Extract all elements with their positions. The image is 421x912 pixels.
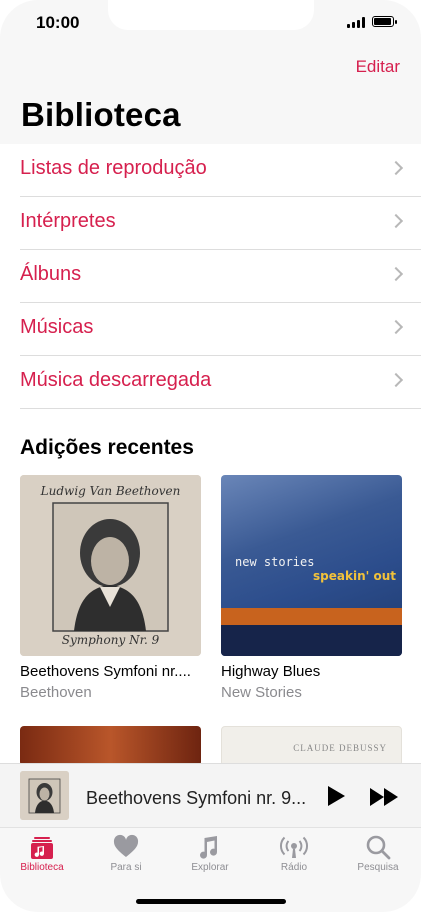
tab-label: Para si <box>110 862 142 873</box>
chevron-right-icon <box>388 372 404 388</box>
library-menu: Listas de reprodução Intérpretes Álbuns … <box>0 144 421 409</box>
library-header: Editar Biblioteca <box>0 46 421 144</box>
home-indicator[interactable] <box>136 899 286 904</box>
play-button[interactable] <box>328 786 345 806</box>
tab-search[interactable]: Pesquisa <box>336 834 420 873</box>
menu-item-label: Álbuns <box>20 263 82 285</box>
menu-item-playlists[interactable]: Listas de reprodução <box>20 144 421 197</box>
tab-label: Pesquisa <box>357 862 399 873</box>
tab-for-you[interactable]: Para si <box>84 834 168 873</box>
album-artist: New Stories <box>221 684 302 701</box>
menu-item-label: Listas de reprodução <box>20 157 207 179</box>
album-card-partial[interactable] <box>20 726 201 766</box>
heart-icon <box>113 834 139 857</box>
mini-player-artwork <box>20 771 69 820</box>
tab-library[interactable]: Biblioteca <box>0 834 84 873</box>
menu-item-artists[interactable]: Intérpretes <box>20 197 421 250</box>
album-cover-subtitle: Symphony Nr. 9 <box>61 633 160 647</box>
phone-screen: 10:00 Editar Biblioteca Listas de reprod… <box>0 0 421 912</box>
tab-browse[interactable]: Explorar <box>168 834 252 873</box>
edit-button[interactable]: Editar <box>356 57 400 77</box>
recently-added-heading: Adições recentes <box>20 436 194 459</box>
status-time: 10:00 <box>36 13 80 32</box>
menu-item-albums[interactable]: Álbuns <box>20 250 421 303</box>
tab-label: Explorar <box>191 862 229 873</box>
menu-item-label: Intérpretes <box>20 210 116 232</box>
page-title: Biblioteca <box>21 96 181 133</box>
chevron-right-icon <box>388 213 404 229</box>
menu-item-songs[interactable]: Músicas <box>20 303 421 356</box>
music-note-icon <box>200 836 218 859</box>
album-cover-title: new stories <box>235 555 315 569</box>
album-name: Highway Blues <box>221 663 321 680</box>
album-cover-title: Ludwig Van Beethoven <box>40 484 181 498</box>
menu-item-label: Música descarregada <box>20 369 212 391</box>
album-cover <box>20 726 201 766</box>
menu-item-downloaded[interactable]: Música descarregada <box>20 356 421 409</box>
fast-forward-button[interactable] <box>370 788 400 806</box>
menu-item-label: Músicas <box>20 316 94 338</box>
search-icon <box>366 835 391 860</box>
battery-icon <box>372 16 397 27</box>
album-cover-band <box>221 625 402 656</box>
album-cover: Ludwig Van Beethoven Symphony Nr. 9 <box>20 475 201 656</box>
album-cover-title: CLAUDE DEBUSSY <box>293 743 387 753</box>
album-artist: Beethoven <box>20 684 92 701</box>
cellular-signal-icon <box>347 17 365 28</box>
now-playing-title: Beethovens Symfoni nr. 9... <box>86 788 307 808</box>
notch <box>108 0 314 30</box>
mini-player[interactable]: Beethovens Symfoni nr. 9... <box>0 763 421 828</box>
chevron-right-icon <box>388 266 404 282</box>
chevron-right-icon <box>388 160 404 176</box>
album-card-highway-blues[interactable]: new stories speakin' out Highway Blues N… <box>221 475 402 701</box>
tab-label: Rádio <box>280 862 308 873</box>
album-card-debussy[interactable]: CLAUDE DEBUSSY <box>221 726 402 766</box>
album-name: Beethovens Symfoni nr.... <box>20 663 191 680</box>
tab-radio[interactable]: Rádio <box>252 834 336 873</box>
album-cover: new stories speakin' out <box>221 475 402 656</box>
tab-label: Biblioteca <box>20 862 64 873</box>
album-cover: CLAUDE DEBUSSY <box>221 726 402 766</box>
album-cover-accent: speakin' out <box>313 569 396 583</box>
radio-icon <box>280 836 308 858</box>
album-card-beethoven[interactable]: Ludwig Van Beethoven Symphony Nr. 9 Beet… <box>20 475 201 701</box>
album-cover-stripe <box>221 608 402 625</box>
chevron-right-icon <box>388 319 404 335</box>
status-bar: 10:00 <box>0 0 421 46</box>
library-icon <box>31 837 53 859</box>
